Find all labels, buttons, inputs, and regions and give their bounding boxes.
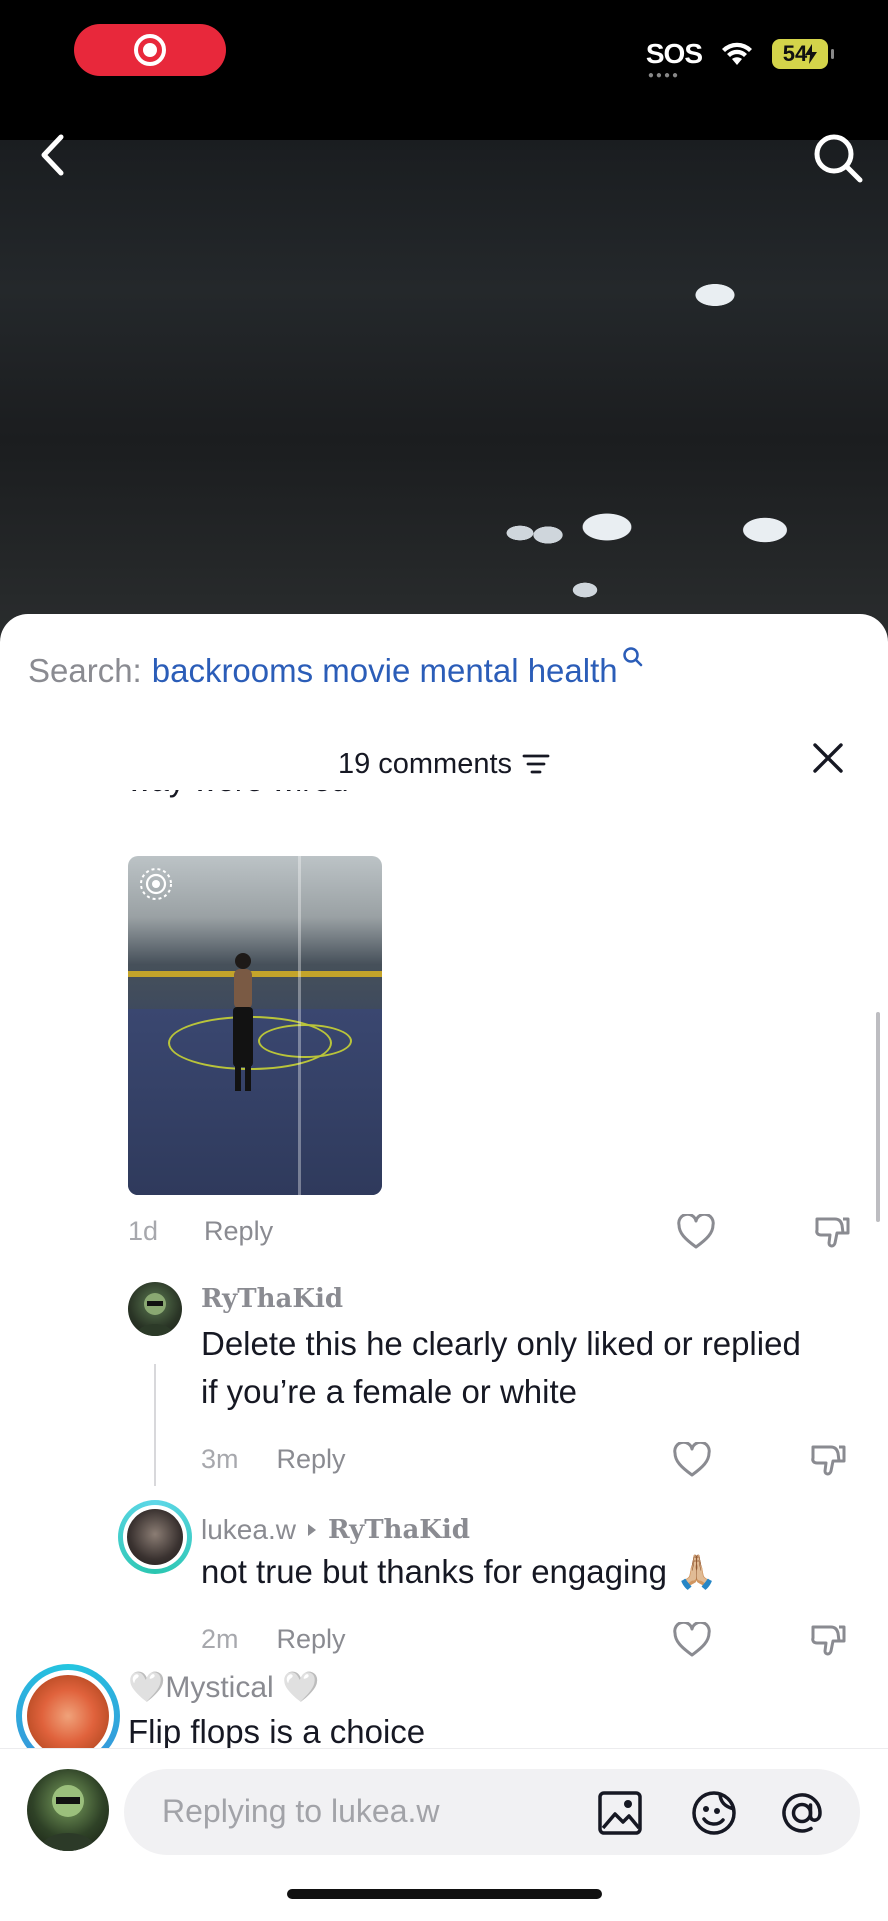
sticker-button[interactable] (690, 1789, 738, 1837)
comments-list[interactable]: way were wired 1d Reply (0, 790, 888, 1864)
charging-bolt-icon (805, 44, 818, 64)
search-icon (622, 647, 642, 667)
avatar[interactable] (128, 1282, 182, 1336)
filter-lines-icon (522, 754, 550, 774)
comment-input[interactable]: Replying to lukea.w (124, 1769, 860, 1855)
person-silhouette (233, 953, 253, 1091)
thumbs-down-icon (811, 1625, 846, 1656)
sticker-smile-icon (692, 1791, 736, 1835)
comment-composer: Replying to lukea.w (0, 1748, 888, 1921)
scrollbar[interactable] (876, 1012, 880, 1222)
comment-time: 1d (128, 1216, 159, 1246)
record-icon (134, 34, 166, 66)
comment-username[interactable]: RyThaKid (201, 1284, 343, 1314)
current-user-avatar[interactable] (27, 1769, 109, 1851)
comment-count: 19 comments (337, 747, 513, 780)
back-button[interactable] (30, 130, 74, 180)
reply-button[interactable]: Reply (277, 1444, 346, 1475)
battery-indicator: 54 (772, 39, 834, 69)
comment-time: 3m (201, 1444, 239, 1474)
comment-meta: 3m Reply (201, 1444, 346, 1475)
wifi-icon (722, 42, 752, 65)
thread-line (154, 1364, 156, 1486)
search-button[interactable] (810, 130, 866, 186)
status-bar: SOS ●●●● 54 (0, 0, 888, 140)
comment-meta: 1d Reply (128, 1216, 273, 1247)
screen-recording-indicator[interactable] (74, 24, 226, 76)
close-icon (813, 743, 843, 773)
image-attach-button[interactable] (596, 1789, 644, 1837)
comment-photo-attachment[interactable] (128, 856, 382, 1195)
heart-icon (673, 1622, 711, 1657)
search-suggestion-query[interactable]: backrooms movie mental health (152, 652, 618, 690)
search-suggestion-prefix: Search: (28, 652, 142, 689)
replied-to-username[interactable]: RyThaKid (328, 1515, 470, 1545)
reply-button[interactable]: Reply (277, 1624, 346, 1655)
like-button[interactable] (672, 1620, 712, 1660)
video-background[interactable] (0, 134, 888, 640)
at-sign-icon (782, 1793, 822, 1833)
comment-username-row: lukea.w RyThaKid (201, 1514, 470, 1546)
live-photo-icon (140, 868, 172, 900)
avatar-with-story-ring[interactable] (118, 1500, 192, 1574)
heart-icon (677, 1214, 715, 1249)
comment-text: not true but thanks for engaging 🙏🏼 (201, 1553, 718, 1590)
sort-filter-button[interactable] (522, 752, 550, 776)
home-indicator[interactable] (287, 1889, 602, 1899)
comment-username[interactable]: lukea.w (201, 1514, 296, 1546)
comment-username[interactable]: 🤍Mystical 🤍 (128, 1670, 319, 1705)
reply-button[interactable]: Reply (204, 1216, 273, 1247)
comment-time: 2m (201, 1624, 239, 1654)
close-comments-button[interactable] (808, 738, 848, 778)
sos-indicator: SOS ●●●● (645, 38, 703, 81)
comment-text: Delete this he clearly only liked or rep… (201, 1325, 801, 1410)
dislike-button[interactable] (812, 1212, 852, 1252)
heart-icon (673, 1442, 711, 1477)
dislike-button[interactable] (808, 1620, 848, 1660)
image-icon (598, 1791, 642, 1835)
reply-arrow-icon (307, 1524, 316, 1536)
chevron-left-icon (41, 134, 64, 176)
comment-text: way were wired (128, 790, 349, 799)
like-button[interactable] (672, 1440, 712, 1480)
comment-input-placeholder: Replying to lukea.w (162, 1793, 440, 1829)
like-button[interactable] (676, 1212, 716, 1252)
avatar-face (136, 1293, 174, 1336)
mention-button[interactable] (778, 1789, 826, 1837)
search-suggestion[interactable]: Search: backrooms movie mental health (28, 647, 644, 690)
avatar-face (39, 1785, 97, 1851)
comment-meta: 2m Reply (201, 1624, 346, 1655)
thumbs-down-icon (815, 1217, 850, 1248)
thumbs-down-icon (811, 1445, 846, 1476)
comments-sheet: Search: backrooms movie mental health 19… (0, 614, 888, 1920)
search-icon (814, 134, 863, 183)
comments-header: 19 comments (0, 734, 888, 794)
dislike-button[interactable] (808, 1440, 848, 1480)
